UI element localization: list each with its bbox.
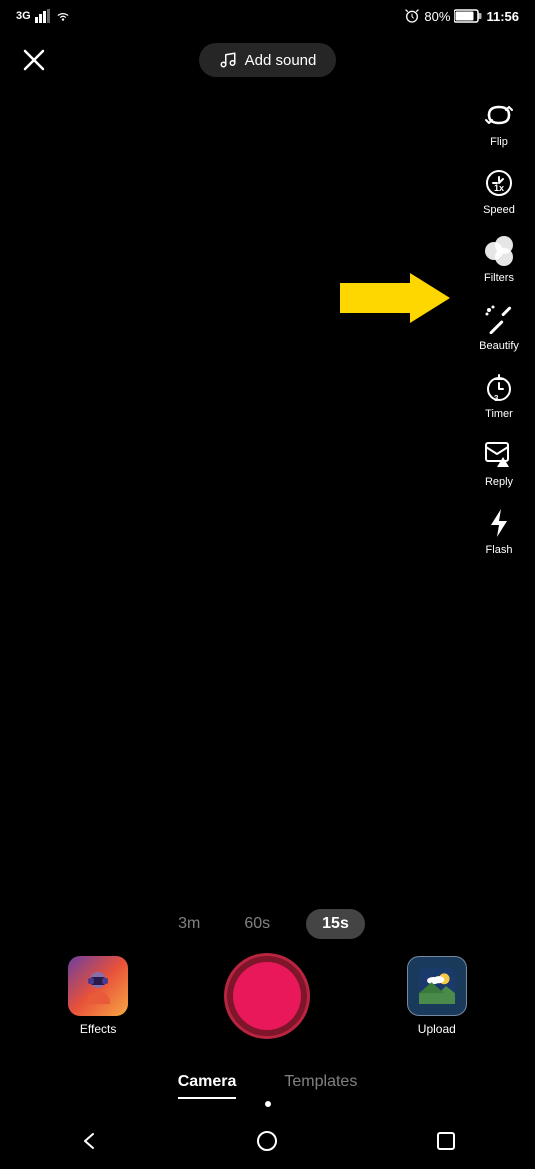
upload-label: Upload: [418, 1022, 456, 1036]
svg-text:3: 3: [494, 394, 499, 403]
flip-label: Flip: [490, 136, 508, 148]
recents-nav-button[interactable]: [432, 1127, 460, 1155]
flip-tool[interactable]: Flip: [471, 90, 527, 154]
beautify-tool[interactable]: Beautify: [471, 294, 527, 358]
beautify-icon: [480, 300, 518, 338]
effects-label: Effects: [80, 1022, 116, 1036]
reply-icon: [480, 436, 518, 474]
yellow-arrow: [340, 268, 450, 333]
flash-icon: [480, 504, 518, 542]
bottom-nav: Camera Templates: [0, 1073, 535, 1099]
status-right: 80% 11:56: [404, 8, 519, 24]
status-left: 3G: [16, 9, 71, 23]
filters-label: Filters: [484, 272, 514, 284]
speed-icon: 1x: [480, 164, 518, 202]
battery-icon: [454, 9, 482, 23]
reply-label: Reply: [485, 476, 513, 488]
flip-icon: [480, 96, 518, 134]
add-sound-label: Add sound: [245, 52, 317, 69]
upload-icon: [407, 956, 467, 1016]
music-icon: [219, 51, 237, 69]
timer-tool[interactable]: 3 Timer: [471, 362, 527, 426]
record-button-inner: [233, 962, 301, 1030]
alarm-icon: [404, 8, 420, 24]
nav-indicator: [265, 1101, 271, 1107]
timer-label: Timer: [485, 408, 513, 420]
timer-icon: 3: [480, 368, 518, 406]
tab-templates[interactable]: Templates: [284, 1073, 357, 1099]
flash-label: Flash: [486, 544, 513, 556]
filters-icon: [480, 232, 518, 270]
effects-thumbnail: [78, 966, 118, 1006]
speed-label: Speed: [483, 204, 515, 216]
right-tools: Flip 1x Speed Filters: [471, 90, 527, 562]
speed-tool[interactable]: 1x Speed: [471, 158, 527, 222]
svg-text:1x: 1x: [494, 183, 504, 193]
filters-tool[interactable]: Filters: [471, 226, 527, 290]
status-bar: 3G 80% 11:56: [0, 0, 535, 28]
duration-3m[interactable]: 3m: [170, 911, 208, 937]
duration-selector: 3m 60s 15s: [0, 909, 535, 939]
add-sound-button[interactable]: Add sound: [199, 43, 337, 77]
tab-camera[interactable]: Camera: [178, 1073, 237, 1099]
effects-icon: [68, 956, 128, 1016]
system-nav: [0, 1113, 535, 1169]
effects-button[interactable]: Effects: [68, 956, 128, 1036]
reply-tool[interactable]: Reply: [471, 430, 527, 494]
network-indicator: 3G: [16, 10, 31, 22]
wifi-icon: [55, 9, 71, 23]
close-button[interactable]: [16, 42, 52, 78]
flash-tool[interactable]: Flash: [471, 498, 527, 562]
time-display: 11:56: [486, 9, 519, 24]
home-nav-button[interactable]: [253, 1127, 281, 1155]
signal-icon: [35, 9, 51, 23]
duration-60s[interactable]: 60s: [236, 911, 278, 937]
battery-percent: 80%: [424, 9, 450, 24]
record-button[interactable]: [224, 953, 310, 1039]
duration-15s[interactable]: 15s: [306, 909, 365, 939]
back-nav-button[interactable]: [75, 1127, 103, 1155]
header: Add sound: [0, 30, 535, 90]
bottom-controls: Effects Upload: [0, 953, 535, 1039]
upload-button[interactable]: Upload: [407, 956, 467, 1036]
beautify-label: Beautify: [479, 340, 519, 352]
